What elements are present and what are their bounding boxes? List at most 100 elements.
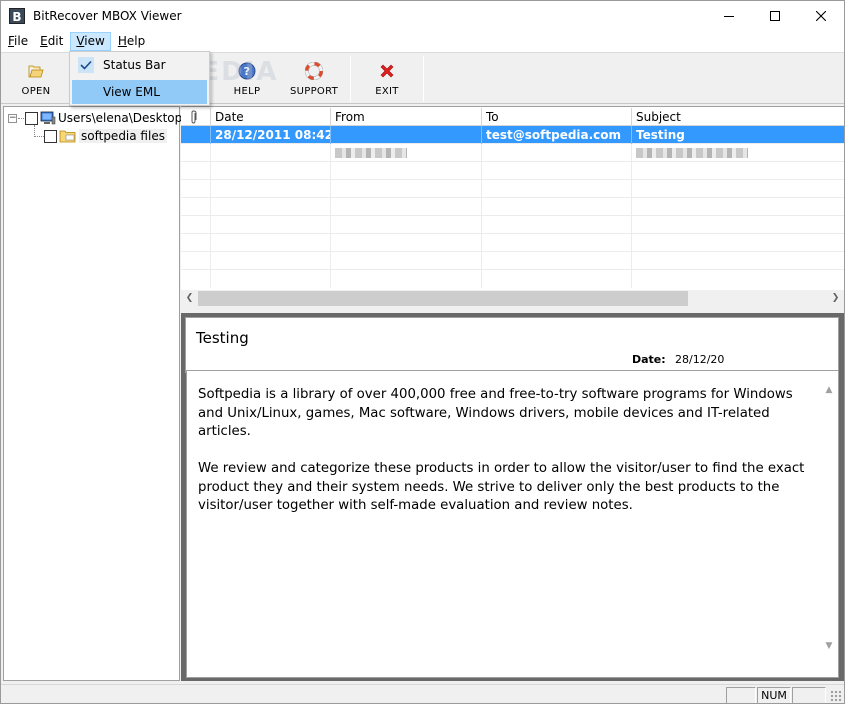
close-button[interactable] (798, 1, 844, 31)
view-menu-dropdown: Status Bar View EML (69, 51, 210, 106)
exit-label: EXIT (375, 86, 399, 97)
menu-edit[interactable]: Edit (35, 32, 68, 51)
message-date-label: Date: (632, 353, 666, 366)
table-row (181, 162, 844, 180)
table-row (181, 252, 844, 270)
to-cell (482, 144, 632, 162)
menu-item-view-eml[interactable]: View EML (72, 80, 207, 104)
from-cell (331, 144, 482, 162)
window-controls (706, 1, 844, 31)
attachment-cell (181, 126, 211, 144)
tree-node-root[interactable]: − Users\elena\Desktop (8, 109, 182, 127)
support-button[interactable]: SUPPORT (283, 53, 345, 103)
app-window: B BitRecover MBOX Viewer File Edit View … (0, 0, 845, 704)
body-paragraph: Softpedia is a library of over 400,000 f… (198, 387, 793, 439)
menu-view-label: View (76, 34, 105, 48)
menu-item-status-bar[interactable]: Status Bar (72, 53, 207, 77)
toolbar-separator (210, 56, 211, 102)
table-row (181, 180, 844, 198)
to-cell: test@softpedia.com (482, 126, 632, 144)
tree-child-label: softpedia files (79, 129, 167, 143)
table-row[interactable] (181, 144, 844, 162)
message-date-value: 28/12/20 (675, 353, 725, 366)
scroll-right-icon[interactable]: ❯ (827, 290, 844, 307)
status-panel-num: NUM (757, 687, 791, 703)
help-icon: ? (238, 62, 256, 80)
from-column-header[interactable]: From (331, 108, 482, 126)
collapse-icon[interactable]: − (8, 113, 17, 123)
menu-file-label: File (8, 34, 29, 48)
help-label: HELP (233, 86, 261, 97)
exit-x-icon (378, 62, 396, 80)
menu-view[interactable]: View (70, 32, 111, 51)
to-column-header[interactable]: To (482, 108, 632, 126)
email-list-body: 28/12/2011 08:42 test@softpedia.com Test… (181, 126, 844, 292)
tree-child-checkbox[interactable] (44, 129, 57, 143)
open-label: OPEN (21, 86, 51, 97)
scroll-left-icon[interactable]: ❮ (181, 290, 198, 307)
message-preview-pane: Testing Date: 28/12/20 Softpedia is a li… (181, 313, 844, 681)
redacted-text (335, 148, 407, 158)
tree-root-label: Users\elena\Desktop (58, 111, 183, 125)
toolbar-separator (423, 56, 424, 102)
menu-help-label: Help (117, 34, 146, 48)
tree-root-checkbox[interactable] (25, 111, 38, 125)
window-title: BitRecover MBOX Viewer (33, 9, 182, 23)
table-row (181, 234, 844, 252)
scroll-down-icon[interactable]: ▼ (822, 641, 836, 655)
folder-open-icon (27, 62, 45, 80)
table-row[interactable]: 28/12/2011 08:42 test@softpedia.com Test… (181, 126, 844, 144)
table-row (181, 198, 844, 216)
tree-node-softpedia-files[interactable]: softpedia files (44, 127, 167, 145)
message-body-text: Softpedia is a library of over 400,000 f… (198, 386, 818, 534)
resize-grip-icon[interactable] (830, 690, 842, 702)
email-list-header: Date From To Subject (181, 108, 844, 126)
date-cell: 28/12/2011 08:42 (211, 126, 331, 144)
lifebuoy-icon (305, 62, 323, 80)
date-cell (211, 144, 331, 162)
message-body[interactable]: Softpedia is a library of over 400,000 f… (186, 370, 839, 678)
menu-bar: File Edit View Help (1, 31, 844, 52)
horizontal-scrollbar[interactable]: ❮ ❯ (181, 290, 844, 307)
svg-text:?: ? (244, 65, 251, 78)
status-bar: NUM (1, 684, 844, 703)
scrollbar-thumb[interactable] (198, 291, 688, 306)
title-bar[interactable]: B BitRecover MBOX Viewer (1, 1, 844, 31)
folder-icon (59, 130, 76, 143)
status-panel-caps (726, 687, 756, 703)
attachment-column-header[interactable] (181, 108, 211, 126)
paperclip-icon (191, 110, 197, 124)
email-list: Date From To Subject 28/12/2011 08:42 te… (181, 106, 844, 306)
folder-tree: − Users\elena\Desktop softpedia files (3, 106, 182, 681)
attachment-cell (181, 144, 211, 162)
body-paragraph: We review and categorize these products … (198, 461, 805, 513)
computer-icon (40, 111, 56, 125)
subject-cell: Testing (636, 128, 685, 142)
minimize-button[interactable] (706, 1, 752, 31)
view-eml-label: View EML (103, 85, 160, 99)
tree-connector (34, 136, 44, 137)
redacted-text (636, 148, 748, 158)
from-cell (331, 126, 482, 144)
scroll-up-icon[interactable]: ▲ (822, 385, 836, 399)
table-row (181, 216, 844, 234)
minimize-icon (724, 16, 734, 17)
close-icon (816, 11, 826, 21)
subject-column-header[interactable]: Subject (632, 108, 844, 126)
help-button[interactable]: ? HELP (219, 53, 275, 103)
menu-edit-label: Edit (40, 34, 64, 48)
subject-cell (632, 144, 844, 162)
status-bar-label: Status Bar (103, 58, 166, 72)
date-column-header[interactable]: Date (211, 108, 331, 126)
open-button[interactable]: OPEN (7, 53, 65, 103)
menu-help[interactable]: Help (113, 32, 150, 51)
message-header: Testing Date: 28/12/20 (185, 317, 839, 373)
exit-button[interactable]: EXIT (359, 53, 415, 103)
maximize-button[interactable] (752, 1, 798, 31)
message-subject: Testing (196, 329, 249, 347)
menu-file[interactable]: File (3, 32, 33, 51)
status-panel-scroll (792, 687, 826, 703)
toolbar-separator (350, 56, 351, 102)
maximize-icon (770, 11, 780, 21)
support-label: SUPPORT (289, 86, 339, 97)
